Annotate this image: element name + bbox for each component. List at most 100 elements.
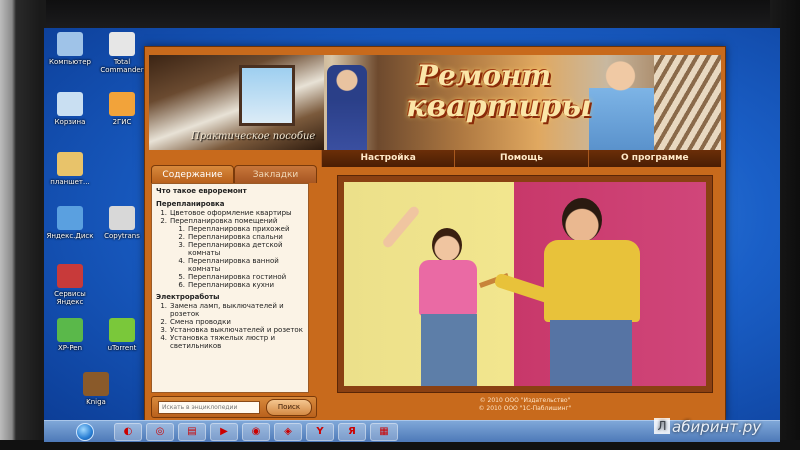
app-icon xyxy=(109,92,135,116)
copyright-line-2: © 2010 ООО "1С-Паблишинг" xyxy=(478,405,572,412)
toc-item-label: Перепланировка прихожей xyxy=(188,225,290,233)
desktop: Компьютер Total Commander Корзина 2ГИС планш… xyxy=(44,28,780,442)
toc-item-label: Установка выключателей и розеток xyxy=(170,326,303,334)
desktop-icon[interactable]: XP-Pen xyxy=(44,318,96,352)
desktop-icon-label: Total Commander xyxy=(100,58,144,74)
toc-item[interactable]: 2. Перепланировка помещений xyxy=(156,217,304,225)
desktop-icon[interactable]: Корзина xyxy=(44,92,96,126)
desktop-icon[interactable]: Copytrans xyxy=(96,206,148,240)
toc-item[interactable]: 2. Перепланировка спальни xyxy=(156,233,304,241)
toc-item[interactable]: 1. Цветовое оформление квартиры xyxy=(156,209,304,217)
desktop-icon[interactable]: Total Commander xyxy=(96,32,148,74)
panel-tabs: Содержание Закладки xyxy=(151,165,317,183)
toc-item-number: 1. xyxy=(160,302,167,310)
taskbar-app-button[interactable]: ▦ xyxy=(370,423,398,441)
toc-item-number: 4. xyxy=(160,334,167,342)
app-icon xyxy=(57,318,83,342)
taskbar-app-button[interactable]: ◐ xyxy=(114,423,142,441)
toc-item[interactable]: 6. Перепланировка кухни xyxy=(156,281,304,289)
menu-help[interactable]: Помощь xyxy=(454,150,587,167)
toc-item[interactable]: 4. Установка тяжелых люстр и светильников xyxy=(156,334,304,350)
toc-item-label: Смена проводки xyxy=(170,318,231,326)
taskbar-app-button[interactable]: Я xyxy=(338,423,366,441)
desktop-icon[interactable]: планшет... xyxy=(44,152,96,186)
header-banner: Ремонт квартиры Практическое пособие xyxy=(149,55,721,150)
toc-item-label: Перепланировка детской комнаты xyxy=(188,241,283,257)
article-photo xyxy=(344,182,706,386)
app-icon xyxy=(57,206,83,230)
toc-item[interactable]: 2. Смена проводки xyxy=(156,318,304,326)
tab-bookmarks[interactable]: Закладки xyxy=(234,165,317,183)
toc-item-label: Перепланировка ванной комнаты xyxy=(188,257,279,273)
desktop-icon[interactable]: 2ГИС xyxy=(96,92,148,126)
toc-item-number: 3. xyxy=(178,241,185,249)
copyright-line-1: © 2010 ООО "Издательство" xyxy=(479,397,571,404)
app-logo: Ремонт квартиры xyxy=(364,61,604,123)
desktop-icon-label: Copytrans xyxy=(104,232,140,240)
toc-intro-link[interactable]: Что такое евроремонт xyxy=(156,187,304,196)
app-subtitle: Практическое пособие xyxy=(191,131,316,142)
photo-man-shirt xyxy=(544,240,640,322)
toc-section-title[interactable]: Перепланировка xyxy=(156,200,304,209)
photo-girl-arm xyxy=(381,204,421,250)
toc-item-number: 5. xyxy=(178,273,185,281)
toc-item[interactable]: 5. Перепланировка гостиной xyxy=(156,273,304,281)
toc-item-label: Замена ламп, выключателей и розеток xyxy=(170,302,284,318)
photo-girl-jeans xyxy=(421,314,477,386)
toc-item-number: 1. xyxy=(178,225,185,233)
search-input[interactable] xyxy=(158,401,260,414)
toc-section-title[interactable]: Электроработы xyxy=(156,293,304,302)
desktop-icon[interactable]: uTorrent xyxy=(96,318,148,352)
toc-item[interactable]: 1. Замена ламп, выключателей и розеток xyxy=(156,302,304,318)
toc-item[interactable]: 4. Перепланировка ванной комнаты xyxy=(156,257,304,273)
toc-item-number: 3. xyxy=(160,326,167,334)
logo-line-2: квартиры xyxy=(406,89,592,124)
contents-panel: Содержание Закладки Что такое евроремонт… xyxy=(151,165,317,393)
toc-item-label: Перепланировка кухни xyxy=(188,281,275,289)
taskbar-app-button[interactable]: ◈ xyxy=(274,423,302,441)
menu-about[interactable]: О программе xyxy=(587,150,721,167)
menu-settings[interactable]: Настройка xyxy=(321,150,454,167)
main-menu: Настройка Помощь О программе xyxy=(321,150,721,167)
toc-item-number: 2. xyxy=(160,217,167,225)
table-of-contents: Что такое евроремонт Перепланировка 1. Цвет… xyxy=(151,183,309,393)
app-icon xyxy=(109,206,135,230)
desktop-icon-label: Компьютер xyxy=(49,58,91,66)
app-icon xyxy=(57,264,83,288)
toc-item[interactable]: 3. Перепланировка детской комнаты xyxy=(156,241,304,257)
start-button[interactable] xyxy=(76,423,94,441)
taskbar-app-button[interactable]: ◉ xyxy=(242,423,270,441)
desktop-icon-label: Cервисы Яндекс xyxy=(54,290,86,306)
banner-worker-image xyxy=(327,65,367,150)
search-button[interactable]: Поиск xyxy=(266,399,312,416)
watermark-text: абиринт.ру xyxy=(672,418,762,436)
desktop-icon-label: Яндекс.Диск xyxy=(46,232,94,240)
toc-item[interactable]: 3. Установка выключателей и розеток xyxy=(156,326,304,334)
article-photo-frame xyxy=(337,175,713,393)
desktop-icon-label: uTorrent xyxy=(107,344,137,352)
toc-item-number: 6. xyxy=(178,281,185,289)
photo-man-head xyxy=(562,198,602,242)
desktop-icon[interactable]: Яндекс.Диск xyxy=(44,206,96,240)
toc-item-number: 2. xyxy=(160,318,167,326)
desktop-icon[interactable]: Cервисы Яндекс xyxy=(44,264,96,306)
search-bar: Поиск xyxy=(151,396,317,418)
tab-contents[interactable]: Содержание xyxy=(151,165,234,183)
watermark-box: Л xyxy=(654,418,670,434)
desktop-icon[interactable]: Kniga xyxy=(70,372,122,406)
watermark: Лабиринт.ру xyxy=(654,418,761,436)
taskbar-app-button[interactable]: Y xyxy=(306,423,334,441)
desktop-icon[interactable]: Компьютер xyxy=(44,32,96,66)
taskbar-app-button[interactable]: ◎ xyxy=(146,423,174,441)
toc-item-label: Перепланировка помещений xyxy=(170,217,278,225)
app-icon xyxy=(109,318,135,342)
toc-item-number: 1. xyxy=(160,209,167,217)
taskbar-app-button[interactable]: ▶ xyxy=(210,423,238,441)
app-icon xyxy=(57,92,83,116)
toc-item[interactable]: 1. Перепланировка прихожей xyxy=(156,225,304,233)
taskbar-app-button[interactable]: ▤ xyxy=(178,423,206,441)
desktop-icon-label: Корзина xyxy=(54,118,86,126)
banner-decor xyxy=(654,55,721,150)
desktop-icon-label: 2ГИС xyxy=(112,118,132,126)
photo-bezel-top xyxy=(0,0,800,30)
